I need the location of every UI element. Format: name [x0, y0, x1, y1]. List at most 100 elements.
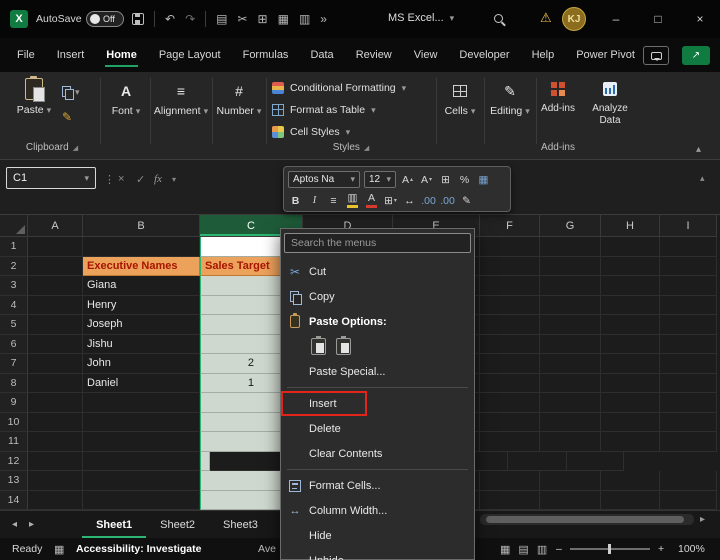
menu-item-format-cells[interactable]: Format Cells... — [281, 473, 474, 498]
font-name-select[interactable]: Aptos Na ▾ — [288, 171, 360, 188]
zoom-in-button[interactable]: + — [658, 538, 664, 560]
tab-formulas[interactable]: Formulas — [232, 38, 300, 72]
cell[interactable] — [660, 393, 717, 413]
cell-B3[interactable]: Giana — [83, 276, 200, 296]
cell[interactable] — [660, 257, 717, 277]
cell-B8[interactable]: Daniel — [83, 374, 200, 394]
cell[interactable] — [83, 413, 200, 433]
sheet-tool-icon[interactable]: ▥ — [299, 13, 310, 25]
cell[interactable] — [480, 413, 540, 433]
borders-button[interactable]: ⊞▾ — [383, 192, 398, 209]
alignment-group-button[interactable]: ≡ Alignment▾ — [152, 82, 210, 117]
copy-button[interactable]: ▾ — [62, 86, 80, 98]
cell[interactable] — [601, 354, 660, 374]
row-header[interactable]: 10 — [0, 413, 28, 433]
tab-sheet3[interactable]: Sheet3 — [209, 511, 272, 538]
cell[interactable] — [601, 413, 660, 433]
cell[interactable] — [540, 413, 601, 433]
cell[interactable] — [567, 452, 624, 472]
row-header[interactable]: 3 — [0, 276, 28, 296]
increase-font-button[interactable]: A▴ — [400, 171, 415, 188]
menu-item-cut[interactable]: ✂ Cut — [281, 259, 474, 284]
cell[interactable] — [601, 374, 660, 394]
menu-item-clear-contents[interactable]: Clear Contents — [281, 441, 474, 466]
cell[interactable] — [540, 315, 601, 335]
cell[interactable] — [28, 335, 83, 355]
zoom-slider-knob[interactable] — [608, 544, 611, 554]
cell[interactable] — [540, 335, 601, 355]
cell[interactable] — [480, 374, 540, 394]
cell[interactable] — [83, 432, 200, 452]
zoom-level[interactable]: 100% — [678, 538, 705, 560]
cell[interactable] — [660, 237, 717, 257]
menu-item-delete[interactable]: Delete — [281, 416, 474, 441]
chevron-down-icon[interactable]: ▾ — [84, 173, 89, 184]
row-header[interactable]: 11 — [0, 432, 28, 452]
column-header-G[interactable]: G — [540, 215, 601, 237]
cell[interactable] — [28, 237, 83, 257]
cell[interactable] — [480, 471, 540, 491]
tab-data[interactable]: Data — [299, 38, 344, 72]
share-button[interactable]: ↗ — [682, 46, 710, 65]
cell[interactable] — [83, 237, 200, 257]
cell[interactable] — [540, 354, 601, 374]
close-button[interactable]: × — [680, 0, 720, 38]
cell[interactable] — [601, 335, 660, 355]
cell[interactable] — [540, 296, 601, 316]
cell[interactable] — [540, 276, 601, 296]
row-header[interactable]: 6 — [0, 335, 28, 355]
tab-home[interactable]: Home — [95, 38, 148, 72]
cell[interactable] — [601, 471, 660, 491]
font-group-button[interactable]: A Font▾ — [104, 82, 148, 117]
name-box[interactable]: C1 ▾ — [6, 167, 96, 189]
cell-B5[interactable]: Joseph — [83, 315, 200, 335]
cell-B2-executive-names[interactable]: Executive Names — [83, 257, 200, 277]
cell[interactable] — [660, 354, 717, 374]
cell[interactable] — [660, 276, 717, 296]
collapse-formula-bar-icon[interactable]: ▴ — [700, 173, 705, 184]
percent-style-button[interactable]: % — [457, 171, 472, 188]
menu-item-unhide[interactable]: Unhide — [281, 548, 474, 560]
column-header-A[interactable]: A — [28, 215, 83, 237]
cell[interactable] — [480, 393, 540, 413]
cell[interactable] — [601, 315, 660, 335]
cell[interactable] — [540, 471, 601, 491]
decrease-decimal-button[interactable]: .00 — [440, 192, 455, 209]
maximize-button[interactable]: □ — [638, 0, 678, 38]
cell[interactable] — [28, 432, 83, 452]
horizontal-scrollbar-thumb[interactable] — [486, 516, 684, 523]
cell[interactable] — [660, 491, 717, 511]
next-sheet-icon[interactable]: ▸ — [29, 519, 34, 530]
cell[interactable] — [480, 335, 540, 355]
cell[interactable] — [28, 374, 83, 394]
enter-icon[interactable]: ✓ — [136, 173, 145, 186]
prev-sheet-icon[interactable]: ◂ — [12, 519, 17, 530]
merge-button[interactable]: ↔ — [402, 192, 417, 209]
row-header[interactable]: 12 — [0, 452, 28, 472]
tab-help[interactable]: Help — [521, 38, 566, 72]
addins-button[interactable]: Add-ins — [538, 80, 578, 114]
cell[interactable] — [540, 237, 601, 257]
insert-function-icon[interactable]: fx — [154, 173, 162, 185]
cell[interactable] — [480, 276, 540, 296]
paste-tool-icon[interactable]: ⊞ — [258, 13, 268, 25]
cell[interactable] — [601, 296, 660, 316]
cell[interactable] — [480, 237, 540, 257]
number-group-button[interactable]: # Number▾ — [214, 82, 264, 117]
menu-item-hide[interactable]: Hide — [281, 523, 474, 548]
warning-icon[interactable]: ⚠ — [540, 10, 552, 26]
row-header[interactable]: 14 — [0, 491, 28, 511]
select-all-corner[interactable] — [0, 215, 28, 237]
cell[interactable] — [540, 257, 601, 277]
macro-record-icon[interactable]: ▦ — [54, 538, 64, 560]
save-icon[interactable] — [132, 13, 144, 25]
cell[interactable] — [660, 315, 717, 335]
row-header[interactable]: 8 — [0, 374, 28, 394]
cell[interactable] — [83, 393, 200, 413]
chevron-down-icon[interactable]: ▾ — [450, 13, 455, 24]
decrease-font-button[interactable]: A▾ — [419, 171, 434, 188]
row-header[interactable]: 7 — [0, 354, 28, 374]
scroll-right-icon[interactable]: ▸ — [700, 514, 705, 525]
conditional-formatting-button[interactable]: Conditional Formatting ▾ — [272, 78, 406, 98]
row-header[interactable]: 13 — [0, 471, 28, 491]
